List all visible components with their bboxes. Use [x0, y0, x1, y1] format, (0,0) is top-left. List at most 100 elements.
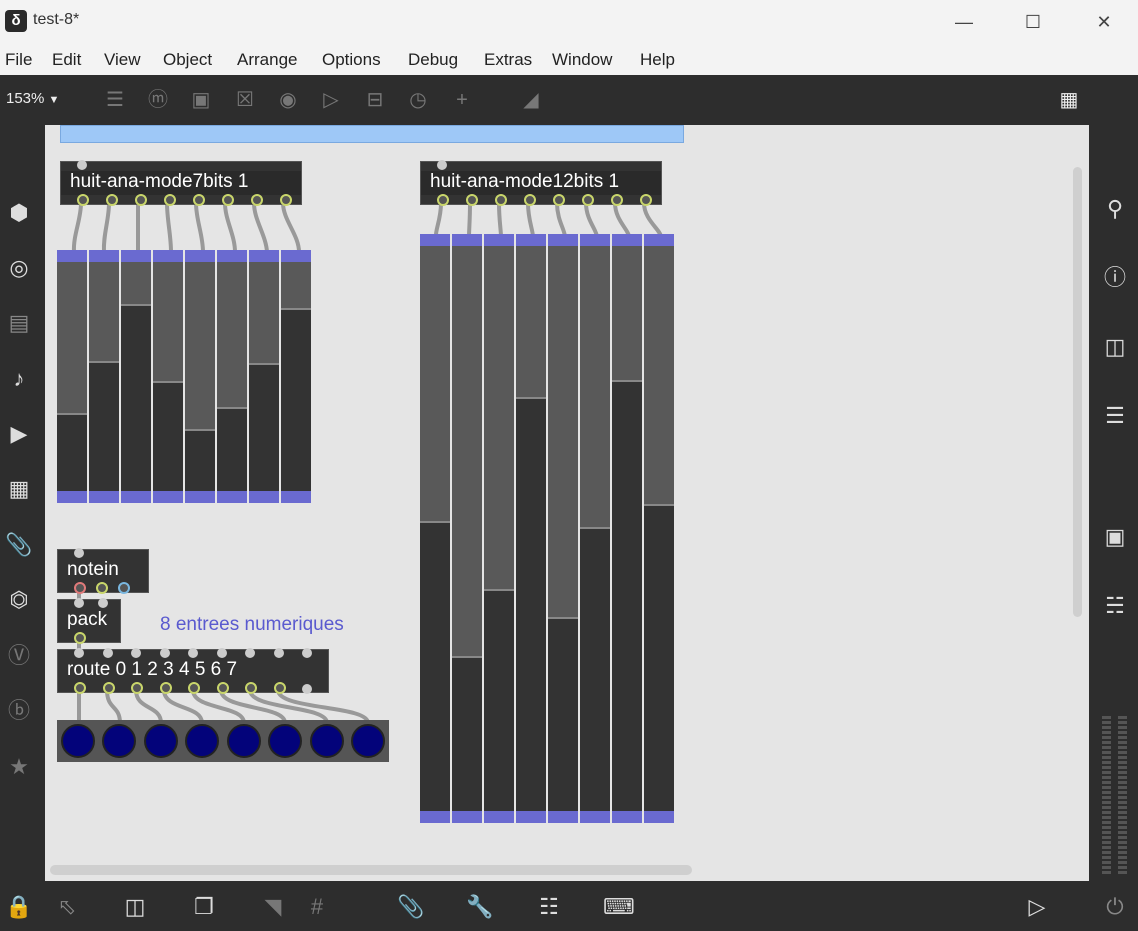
- outlet[interactable]: [74, 582, 86, 594]
- inlet[interactable]: [98, 598, 108, 608]
- menu-options[interactable]: Options: [322, 50, 381, 70]
- pack-object[interactable]: pack: [57, 598, 121, 644]
- outlet[interactable]: [553, 194, 565, 206]
- windows-icon[interactable]: ❐: [189, 893, 219, 921]
- slider-column[interactable]: [452, 234, 482, 823]
- inlet[interactable]: [274, 648, 284, 658]
- slider-column[interactable]: [420, 234, 450, 823]
- slider-icon[interactable]: ⊟: [362, 87, 388, 113]
- grid-icon[interactable]: #: [302, 893, 332, 921]
- slider-column[interactable]: [153, 250, 183, 503]
- play-icon[interactable]: ▷: [1022, 893, 1052, 921]
- outlet[interactable]: [437, 194, 449, 206]
- lock-icon[interactable]: 🔒: [4, 893, 34, 921]
- comment-icon[interactable]: ▣: [188, 87, 214, 113]
- plug-icon[interactable]: ⏣: [4, 585, 34, 615]
- search-icon[interactable]: ⚲: [1100, 194, 1130, 224]
- slider-column[interactable]: [89, 250, 119, 503]
- menu-view[interactable]: View: [104, 50, 141, 70]
- notein-object[interactable]: notein: [57, 548, 149, 594]
- outlet[interactable]: [193, 194, 205, 206]
- inlet[interactable]: [74, 648, 84, 658]
- piano-icon[interactable]: ☷: [534, 893, 564, 921]
- multislider-12bits[interactable]: [420, 234, 676, 823]
- list-icon[interactable]: ☰: [1100, 401, 1130, 431]
- outlet[interactable]: [96, 582, 108, 594]
- led-0[interactable]: [61, 724, 95, 758]
- outlet[interactable]: [77, 194, 89, 206]
- outlet[interactable]: [582, 194, 594, 206]
- zoom-menu[interactable]: 153% ▼: [6, 90, 59, 107]
- inlet[interactable]: [74, 548, 84, 558]
- number-box-icon[interactable]: ▷: [318, 87, 344, 113]
- paperclip-icon[interactable]: 📎: [4, 530, 34, 560]
- menu-arrange[interactable]: Arrange: [237, 50, 297, 70]
- inlet[interactable]: [131, 648, 141, 658]
- dial-icon[interactable]: ◷: [405, 87, 431, 113]
- package-icon[interactable]: ⬢: [4, 198, 34, 228]
- outlet[interactable]: [74, 682, 86, 694]
- add-object-icon[interactable]: +: [449, 87, 475, 113]
- slider-column[interactable]: [217, 250, 247, 503]
- slider-column[interactable]: [281, 250, 311, 503]
- inlet[interactable]: [160, 648, 170, 658]
- edit-mode-icon[interactable]: ⬁: [52, 893, 82, 921]
- led-2[interactable]: [144, 724, 178, 758]
- button-object-icon[interactable]: ◉: [275, 87, 301, 113]
- slider-column[interactable]: [516, 234, 546, 823]
- slider-column[interactable]: [185, 250, 215, 503]
- inlet[interactable]: [188, 648, 198, 658]
- outlet[interactable]: [466, 194, 478, 206]
- menu-object[interactable]: Object: [163, 50, 212, 70]
- outlet[interactable]: [222, 194, 234, 206]
- image-icon[interactable]: ▦: [4, 474, 34, 504]
- menu-debug[interactable]: Debug: [408, 50, 458, 70]
- book-icon[interactable]: ◫: [1100, 332, 1130, 362]
- outlet[interactable]: [135, 194, 147, 206]
- led-6[interactable]: [310, 724, 344, 758]
- inlet[interactable]: [77, 160, 87, 170]
- inlet[interactable]: [245, 648, 255, 658]
- info-icon[interactable]: ⓘ: [1100, 263, 1130, 293]
- outlet[interactable]: [106, 194, 118, 206]
- slider-column[interactable]: [580, 234, 610, 823]
- slider-column[interactable]: [121, 250, 151, 503]
- outlet[interactable]: [74, 632, 86, 644]
- presentation-icon[interactable]: ▤: [4, 308, 34, 338]
- mixer-icon[interactable]: ☵: [1100, 591, 1130, 621]
- route-object[interactable]: route 0 1 2 3 4 5 6 7: [57, 648, 329, 694]
- led-5[interactable]: [268, 724, 302, 758]
- inlet[interactable]: [74, 598, 84, 608]
- paint-bucket-icon[interactable]: ◢: [518, 87, 544, 113]
- grid-layout-icon[interactable]: ▦: [1056, 87, 1082, 113]
- toggle-icon[interactable]: ☒: [232, 87, 258, 113]
- outlet[interactable]: [640, 194, 652, 206]
- outlet[interactable]: [251, 194, 263, 206]
- menu-help[interactable]: Help: [640, 50, 675, 70]
- outlet[interactable]: [245, 682, 257, 694]
- close-button[interactable]: ✕: [1084, 6, 1124, 38]
- slider-column[interactable]: [249, 250, 279, 503]
- outlet[interactable]: [118, 582, 130, 594]
- hide-icon[interactable]: ◥: [258, 893, 288, 921]
- b-icon[interactable]: ⓑ: [4, 696, 34, 726]
- outlet[interactable]: [217, 682, 229, 694]
- inlet[interactable]: [217, 648, 227, 658]
- vertical-scrollbar[interactable]: [1073, 167, 1082, 617]
- slider-column[interactable]: [612, 234, 642, 823]
- outlet[interactable]: [611, 194, 623, 206]
- slider-column[interactable]: [484, 234, 514, 823]
- outlet[interactable]: [274, 682, 286, 694]
- menu-extras[interactable]: Extras: [484, 50, 532, 70]
- led-7[interactable]: [351, 724, 385, 758]
- power-icon[interactable]: ⏻: [1100, 893, 1130, 921]
- add-attachment-icon[interactable]: 📎: [396, 893, 426, 921]
- inlet[interactable]: [437, 160, 447, 170]
- outlet[interactable]: [188, 682, 200, 694]
- outlet[interactable]: [495, 194, 507, 206]
- outlet[interactable]: [164, 194, 176, 206]
- star-icon[interactable]: ★: [4, 752, 34, 782]
- outlet[interactable]: [160, 682, 172, 694]
- maximize-button[interactable]: ☐: [1013, 6, 1053, 38]
- slider-column[interactable]: [57, 250, 87, 503]
